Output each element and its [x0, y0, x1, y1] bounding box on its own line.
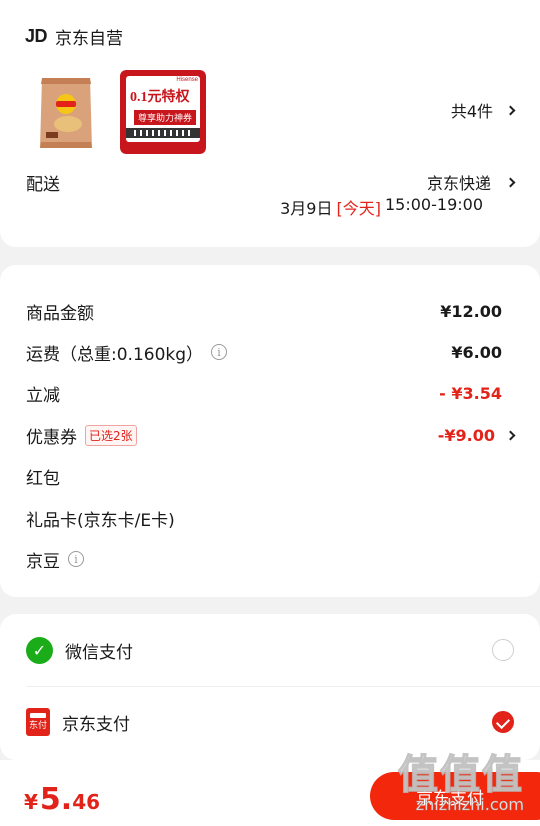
- chips-bag-icon: [40, 78, 92, 148]
- payment-option-label: 京东支付: [62, 714, 130, 735]
- payment-card: ✓ 微信支付 东付 京东支付: [0, 614, 540, 760]
- total-integer: 5.: [39, 782, 73, 817]
- price-row-label: 运费（总重:0.160kg）: [26, 344, 204, 365]
- shop-name: 京东自营: [55, 29, 124, 49]
- jd-logo-icon: JD: [25, 26, 48, 46]
- price-row-value: - ¥3.54: [439, 383, 502, 403]
- delivery-today: [今天]: [336, 199, 382, 218]
- pay-button[interactable]: 京东支付: [370, 772, 540, 820]
- product-image-coupon[interactable]: Hisense 0.1元特权 尊享助力神券: [120, 70, 206, 154]
- wechat-pay-icon: ✓: [26, 636, 53, 664]
- item-count-label: 共4件: [450, 102, 493, 121]
- coupon-subline: 尊享助力神券: [134, 110, 197, 125]
- radio-checked[interactable]: [492, 711, 514, 733]
- payment-option-label: 微信支付: [65, 642, 133, 663]
- product-image-chips[interactable]: [36, 74, 96, 152]
- price-row-redpacket[interactable]: 红包: [26, 464, 502, 489]
- info-icon[interactable]: i: [68, 551, 84, 567]
- payment-option-jdpay[interactable]: 东付 京东支付: [0, 686, 540, 758]
- coupon-brand: Hisense: [176, 77, 198, 83]
- price-row-coupon[interactable]: 优惠券 已选2张 -¥9.00: [26, 423, 516, 448]
- delivery-label: 配送: [26, 175, 60, 195]
- chevron-right-icon: [505, 177, 516, 187]
- currency-symbol: ¥: [24, 790, 38, 814]
- order-total: ¥ 5. 46: [24, 782, 100, 817]
- radio-unchecked[interactable]: [492, 639, 514, 661]
- price-row-value: ¥12.00: [440, 301, 502, 321]
- price-row-shipping: 运费（总重:0.160kg） i ¥6.00: [26, 340, 502, 365]
- item-count-link[interactable]: 共4件: [450, 98, 516, 122]
- price-card: 商品金额 ¥12.00 运费（总重:0.160kg） i ¥6.00 立减 - …: [0, 265, 540, 597]
- delivery-window: 15:00-19:00: [385, 195, 483, 214]
- price-row-label: 立减: [26, 385, 60, 406]
- coupon-headline: 0.1元特权: [130, 90, 190, 105]
- price-row-giftcard[interactable]: 礼品卡(京东卡/E卡): [26, 506, 502, 531]
- delivery-date: 3月9日: [280, 199, 333, 218]
- chevron-right-icon: [505, 105, 516, 115]
- price-row-label: 礼品卡(京东卡/E卡): [26, 510, 175, 531]
- price-row-discount: 立减 - ¥3.54: [26, 381, 502, 406]
- price-row-value: -¥9.00: [437, 425, 495, 445]
- price-row-label: 商品金额: [26, 303, 94, 324]
- price-row-label: 优惠券: [26, 427, 77, 448]
- price-row-jingdou[interactable]: 京豆 i: [26, 547, 502, 572]
- price-row-label: 京豆: [26, 551, 60, 572]
- chevron-right-icon: [505, 430, 516, 440]
- total-decimal: 46: [72, 790, 101, 814]
- delivery-time[interactable]: 3月9日 [今天] 15:00-19:00: [280, 195, 483, 219]
- shop-card: JD 京东自营 Hisense 0.1元特权 尊享助力神券 共4件 配送 京东快…: [0, 0, 540, 247]
- shop-header: JD 京东自营: [25, 24, 123, 49]
- price-row-value: ¥6.00: [451, 342, 502, 362]
- info-icon[interactable]: i: [211, 344, 228, 360]
- delivery-carrier-link[interactable]: 京东快递: [426, 170, 516, 194]
- price-row-goods: 商品金额 ¥12.00: [26, 299, 502, 324]
- jd-pay-icon-text: 东付: [28, 721, 47, 731]
- jd-pay-icon: 东付: [26, 708, 50, 736]
- price-row-label: 红包: [26, 468, 60, 489]
- bottom-bar: ¥ 5. 46 京东支付: [0, 760, 540, 826]
- coupon-selected-badge: 已选2张: [85, 424, 137, 446]
- payment-option-wechat[interactable]: ✓ 微信支付: [0, 614, 540, 686]
- delivery-carrier: 京东快递: [426, 174, 491, 193]
